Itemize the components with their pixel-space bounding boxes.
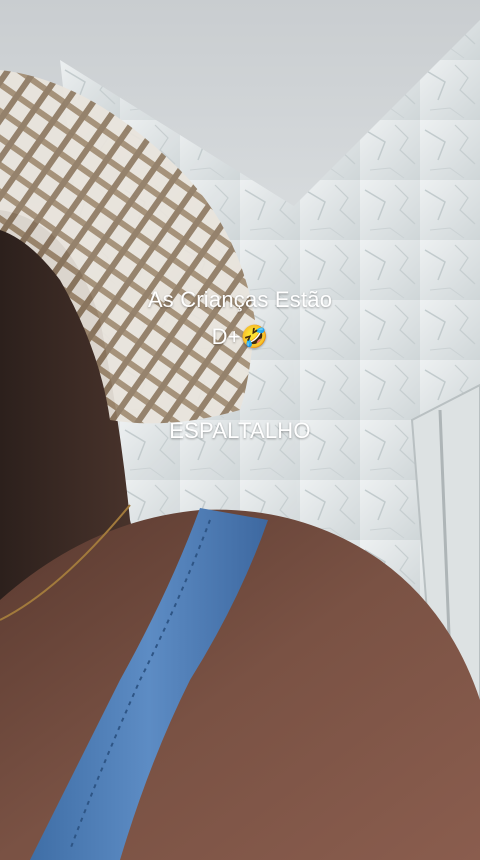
caption-line-2: D+🤣 <box>0 322 480 353</box>
caption-line-2-text: D+ <box>211 324 241 349</box>
story-viewer: As Crianças Estão D+🤣 ESPALTALHO <box>0 0 480 860</box>
caption-line-1: As Crianças Estão <box>147 287 333 312</box>
caption-line-3: ESPALTALHO <box>169 418 311 443</box>
rofl-emoji-icon: 🤣 <box>240 325 269 350</box>
